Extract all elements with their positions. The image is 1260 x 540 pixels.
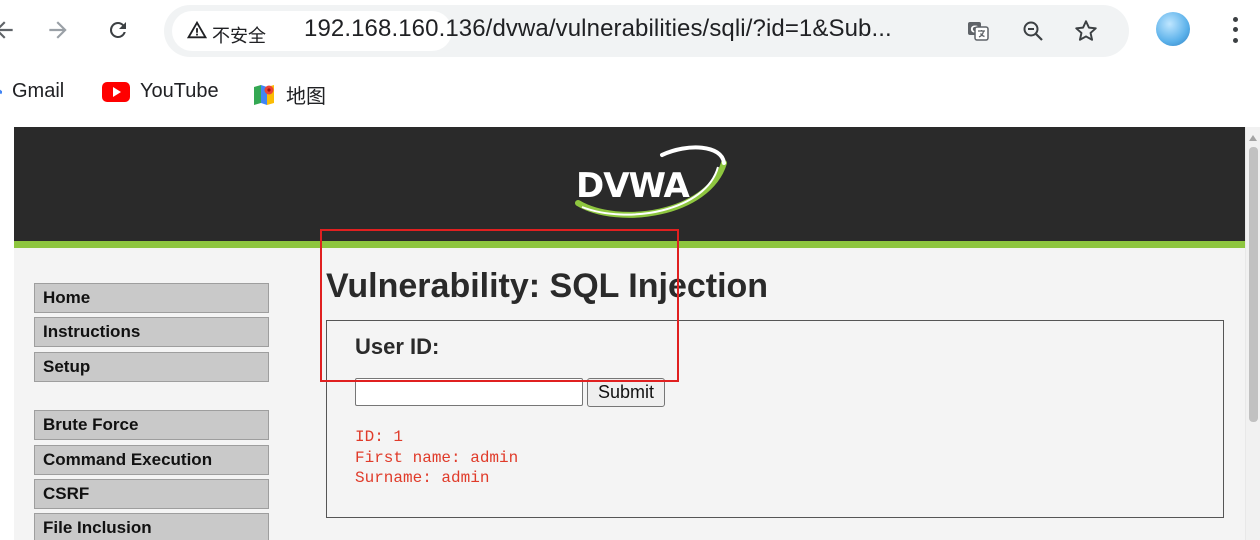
vertical-scrollbar[interactable] — [1245, 127, 1260, 540]
bookmarks-bar: Gmail YouTube 地图 — [0, 72, 1260, 112]
url-text[interactable]: 192.168.160.136/dvwa/vulnerabilities/sql… — [304, 15, 892, 43]
browser-chrome: 不安全 192.168.160.136/dvwa/vulnerabilities… — [0, 0, 1260, 127]
annotation-highlight-box — [320, 229, 679, 382]
dvwa-header: DVWA — [14, 127, 1245, 241]
menu-item-file-inclusion[interactable]: File Inclusion — [34, 513, 269, 540]
bookmark-gmail[interactable]: Gmail — [0, 80, 64, 103]
result-surname: Surname: admin — [355, 469, 490, 487]
menu-item-setup[interactable]: Setup — [34, 352, 269, 382]
svg-text:DVWA: DVWA — [576, 166, 691, 206]
scrollbar-thumb[interactable] — [1249, 147, 1258, 422]
menu-item-home[interactable]: Home — [34, 283, 269, 313]
gmail-icon — [0, 83, 2, 101]
menu-item-instructions[interactable]: Instructions — [34, 317, 269, 347]
bookmark-label: 地图 — [286, 86, 326, 108]
more-menu-icon[interactable] — [1228, 14, 1242, 46]
reload-icon[interactable] — [98, 10, 138, 50]
result-first-name: First name: admin — [355, 448, 519, 467]
youtube-icon — [102, 81, 130, 102]
profile-avatar-icon[interactable] — [1156, 12, 1190, 46]
dvwa-logo: DVWA — [558, 137, 738, 227]
submit-button[interactable]: Submit — [587, 378, 665, 407]
user-id-input[interactable] — [355, 378, 583, 406]
forward-arrow-icon[interactable] — [38, 10, 78, 50]
address-bar[interactable]: 不安全 192.168.160.136/dvwa/vulnerabilities… — [164, 5, 1129, 57]
zoom-out-icon[interactable] — [1019, 17, 1047, 45]
page-left-margin — [0, 127, 14, 540]
back-arrow-icon[interactable] — [0, 10, 24, 50]
bookmark-maps[interactable]: 地图 — [252, 80, 326, 109]
bookmark-label: Gmail — [12, 80, 65, 102]
scroll-up-arrow-icon[interactable] — [1249, 135, 1257, 141]
maps-icon — [252, 83, 276, 107]
bookmark-youtube[interactable]: YouTube — [102, 80, 219, 103]
query-result: ID: 1 First name: admin Surname: admin — [355, 427, 518, 489]
menu-item-csrf[interactable]: CSRF — [34, 479, 269, 509]
translate-icon[interactable]: G — [964, 17, 992, 45]
result-id: ID: 1 — [355, 428, 404, 446]
menu-item-command-execution[interactable]: Command Execution — [34, 445, 269, 475]
menu-item-brute-force[interactable]: Brute Force — [34, 410, 269, 440]
bookmark-star-icon[interactable] — [1072, 17, 1100, 45]
warning-triangle-icon — [186, 19, 208, 41]
security-label: 不安全 — [212, 26, 266, 47]
bookmark-label: YouTube — [140, 80, 219, 102]
